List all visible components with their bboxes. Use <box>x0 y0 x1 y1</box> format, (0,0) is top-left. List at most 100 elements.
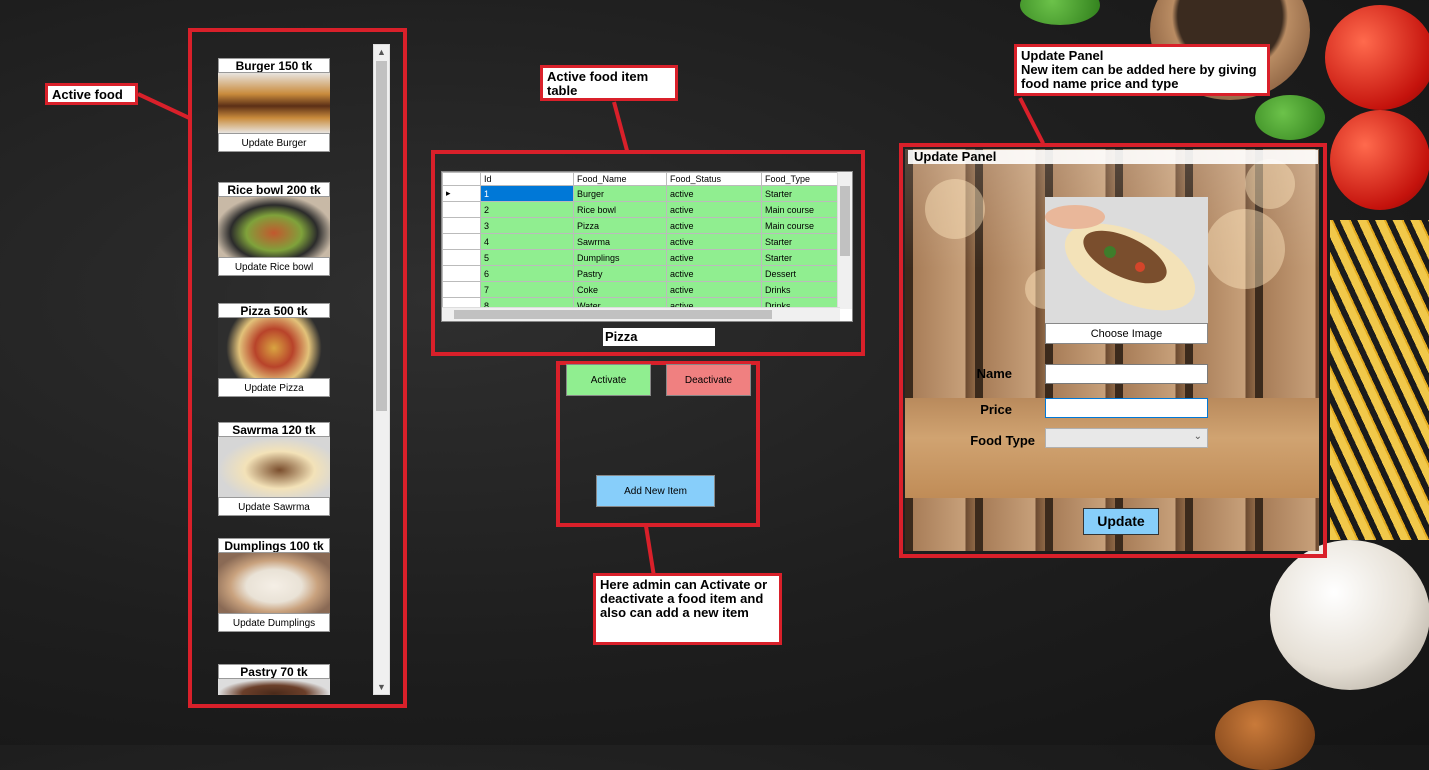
food-type-dropdown[interactable]: ⌄ <box>1045 428 1208 448</box>
table-cell[interactable]: Dumplings <box>573 249 667 266</box>
callout-active-food: Active food <box>45 83 138 105</box>
table-cell[interactable]: Pizza <box>573 217 667 234</box>
food-card-title: Pizza 500 tk <box>218 303 330 318</box>
food-card: Dumplings 100 tk Update Dumplings <box>218 538 330 632</box>
selected-food-name: Pizza <box>603 328 715 346</box>
update-food-button[interactable]: Update Rice bowl <box>218 257 330 276</box>
name-label: Name <box>976 366 1012 381</box>
food-card: Pizza 500 tk Update Pizza <box>218 303 330 397</box>
row-header[interactable] <box>442 281 481 298</box>
deactivate-button[interactable]: Deactivate <box>666 364 751 396</box>
table-cell[interactable]: Main course <box>761 217 839 234</box>
row-header[interactable] <box>442 233 481 250</box>
callout-connector <box>612 101 630 153</box>
scroll-thumb[interactable] <box>376 61 387 411</box>
table-cell[interactable]: active <box>666 233 762 250</box>
food-card: Burger 150 tk Update Burger <box>218 58 330 152</box>
add-new-item-button[interactable]: Add New Item <box>596 475 715 507</box>
table-row[interactable]: ▸ 1 Burger active Starter <box>442 185 839 202</box>
table-cell[interactable]: active <box>666 217 762 234</box>
callout-update-panel: Update Panel New item can be added here … <box>1014 44 1270 96</box>
callout-admin-actions: Here admin can Activate or deactivate a … <box>593 573 782 645</box>
row-header[interactable] <box>442 249 481 266</box>
table-cell[interactable]: Starter <box>761 185 839 202</box>
basil-leaf-decoration <box>1020 0 1100 25</box>
activate-button[interactable]: Activate <box>566 364 651 396</box>
food-list-scrollbar[interactable]: ▲ ▼ <box>373 44 390 695</box>
column-header-food-status[interactable]: Food_Status <box>666 172 762 186</box>
column-header-food-name[interactable]: Food_Name <box>573 172 667 186</box>
food-card-image <box>218 73 330 133</box>
row-header[interactable]: ▸ <box>442 185 481 202</box>
table-cell[interactable]: Dessert <box>761 265 839 282</box>
table-cell[interactable]: Burger <box>573 185 667 202</box>
mushroom-decoration <box>1215 700 1315 770</box>
table-cell[interactable]: Coke <box>573 281 667 298</box>
table-cell[interactable]: 6 <box>480 265 574 282</box>
table-cell[interactable]: 7 <box>480 281 574 298</box>
table-row[interactable]: 4 Sawrma active Starter <box>442 233 839 250</box>
tomato-decoration <box>1330 110 1429 210</box>
update-food-button[interactable]: Update Burger <box>218 133 330 152</box>
table-cell[interactable]: Starter <box>761 249 839 266</box>
row-header-corner <box>442 172 481 186</box>
scroll-up-icon[interactable]: ▲ <box>374 45 389 59</box>
table-cell[interactable]: Drinks <box>761 281 839 298</box>
table-cell[interactable]: active <box>666 265 762 282</box>
table-cell[interactable]: active <box>666 249 762 266</box>
chevron-down-icon: ⌄ <box>1193 431 1202 442</box>
row-header[interactable] <box>442 217 481 234</box>
scroll-thumb[interactable] <box>454 310 772 319</box>
price-field[interactable] <box>1045 398 1208 418</box>
food-card: Sawrma 120 tk Update Sawrma <box>218 422 330 516</box>
tomato-decoration <box>1325 5 1429 110</box>
row-header[interactable] <box>442 265 481 282</box>
update-food-button[interactable]: Update Dumplings <box>218 613 330 632</box>
table-row[interactable]: 6 Pastry active Dessert <box>442 265 839 282</box>
callout-connector <box>644 525 656 576</box>
table-cell[interactable]: Main course <box>761 201 839 218</box>
table-cell[interactable]: 2 <box>480 201 574 218</box>
garlic-decoration <box>1270 540 1429 690</box>
food-card: Pastry 70 tk <box>218 664 330 695</box>
price-label: Price <box>980 402 1012 417</box>
scroll-thumb[interactable] <box>840 186 850 256</box>
food-card-image <box>218 437 330 497</box>
pasta-decoration <box>1330 220 1429 540</box>
table-cell[interactable]: Pastry <box>573 265 667 282</box>
row-header[interactable] <box>442 201 481 218</box>
update-button[interactable]: Update <box>1083 508 1159 535</box>
table-cell[interactable]: 3 <box>480 217 574 234</box>
active-food-table[interactable]: Id Food_Name Food_Status Food_Type ▸ 1 Bur… <box>441 171 853 322</box>
food-card-title: Dumplings 100 tk <box>218 538 330 553</box>
table-row[interactable]: 3 Pizza active Main course <box>442 217 839 234</box>
column-header-food-type[interactable]: Food_Type <box>761 172 839 186</box>
food-card-image <box>218 553 330 613</box>
update-panel-title: Update Panel <box>908 150 1318 164</box>
table-cell[interactable]: active <box>666 185 762 202</box>
table-cell[interactable]: active <box>666 281 762 298</box>
table-vertical-scrollbar[interactable] <box>837 172 852 309</box>
table-row[interactable]: 5 Dumplings active Starter <box>442 249 839 266</box>
table-cell[interactable]: 5 <box>480 249 574 266</box>
table-cell[interactable]: 4 <box>480 233 574 250</box>
table-cell[interactable]: 1 <box>480 185 574 202</box>
update-food-button[interactable]: Update Sawrma <box>218 497 330 516</box>
food-card-title: Sawrma 120 tk <box>218 422 330 437</box>
food-card-title: Pastry 70 tk <box>218 664 330 679</box>
table-horizontal-scrollbar[interactable] <box>442 307 840 321</box>
scroll-down-icon[interactable]: ▼ <box>374 680 389 694</box>
table-cell[interactable]: Rice bowl <box>573 201 667 218</box>
table-cell[interactable]: Sawrma <box>573 233 667 250</box>
table-row[interactable]: 7 Coke active Drinks <box>442 281 839 298</box>
name-field[interactable] <box>1045 364 1208 384</box>
table-row[interactable]: 2 Rice bowl active Main course <box>442 201 839 218</box>
column-header-id[interactable]: Id <box>480 172 574 186</box>
choose-image-button[interactable]: Choose Image <box>1045 323 1208 344</box>
table-cell[interactable]: active <box>666 201 762 218</box>
table-cell[interactable]: Starter <box>761 233 839 250</box>
callout-connector <box>1018 97 1045 145</box>
callout-active-table: Active food item table <box>540 65 678 101</box>
food-card-title: Burger 150 tk <box>218 58 330 73</box>
update-food-button[interactable]: Update Pizza <box>218 378 330 397</box>
